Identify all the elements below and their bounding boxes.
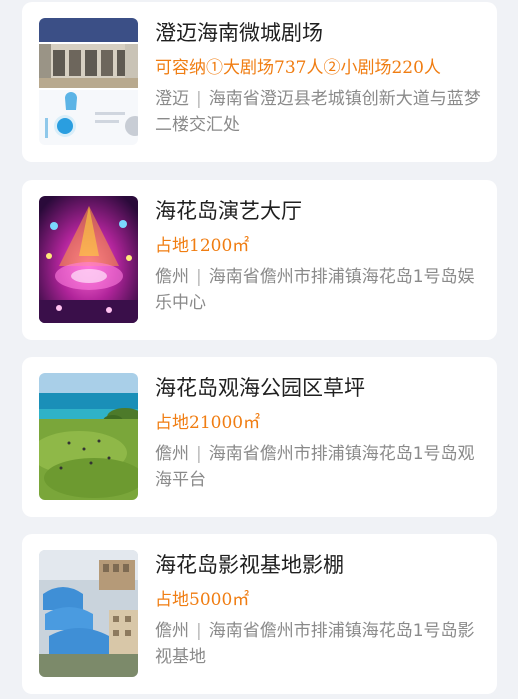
venue-capacity: 占地21000㎡ [155, 413, 261, 433]
stage-lights-photo [39, 196, 138, 323]
venue-thumbnail[interactable] [39, 550, 138, 677]
venue-capacity: 占地5000㎡ [155, 590, 250, 610]
venue-address-block: 澄迈 | 海南省澄迈县老城镇创新大道与蓝梦二楼交汇处 [155, 86, 485, 138]
theater-interior-photo [39, 18, 138, 145]
venue-title: 海花岛影视基地影棚 [155, 553, 344, 577]
venue-card[interactable]: 海花岛影视基地影棚 占地5000㎡ 儋州 | 海南省儋州市排浦镇海花岛1号岛影视基地 [22, 534, 497, 694]
venue-card[interactable]: 海花岛观海公园区草坪 占地21000㎡ 儋州 | 海南省儋州市排浦镇海花岛1号岛观海… [22, 357, 497, 517]
venue-thumbnail[interactable] [39, 18, 138, 145]
film-studio-aerial-photo [39, 550, 138, 677]
address-separator: | [196, 89, 202, 109]
venue-card[interactable]: 澄迈海南微城剧场 可容纳①大剧场737人②小剧场220人 澄迈 | 海南省澄迈县老城… [22, 2, 497, 162]
venue-city: 儋州 [155, 267, 189, 287]
address-separator: | [196, 444, 202, 464]
venue-title: 海花岛演艺大厅 [155, 199, 302, 223]
venue-thumbnail[interactable] [39, 373, 138, 500]
venue-title: 海花岛观海公园区草坪 [155, 376, 365, 400]
venue-list: 澄迈海南微城剧场 可容纳①大剧场737人②小剧场220人 澄迈 | 海南省澄迈县老城… [0, 0, 518, 699]
seaside-lawn-photo [39, 373, 138, 500]
venue-address-block: 儋州 | 海南省儋州市排浦镇海花岛1号岛影视基地 [155, 618, 485, 670]
venue-address-block: 儋州 | 海南省儋州市排浦镇海花岛1号岛观海平台 [155, 441, 485, 493]
venue-title: 澄迈海南微城剧场 [155, 21, 323, 45]
address-separator: | [196, 621, 202, 641]
venue-city: 儋州 [155, 444, 189, 464]
venue-capacity: 占地1200㎡ [155, 236, 250, 256]
venue-thumbnail[interactable] [39, 196, 138, 323]
venue-address-block: 儋州 | 海南省儋州市排浦镇海花岛1号岛娱乐中心 [155, 264, 485, 316]
venue-city: 儋州 [155, 621, 189, 641]
venue-card[interactable]: 海花岛演艺大厅 占地1200㎡ 儋州 | 海南省儋州市排浦镇海花岛1号岛娱乐中心 [22, 180, 497, 340]
address-separator: | [196, 267, 202, 287]
venue-city: 澄迈 [155, 89, 189, 109]
venue-capacity: 可容纳①大剧场737人②小剧场220人 [155, 58, 441, 78]
